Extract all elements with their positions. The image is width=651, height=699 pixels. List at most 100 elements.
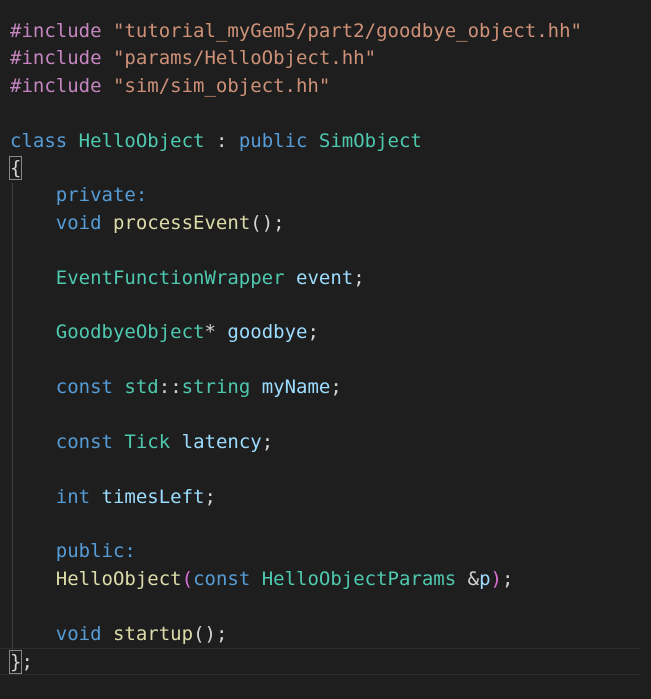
- code-token: int: [55, 485, 91, 508]
- code-line[interactable]: int timesLeft;: [10, 484, 641, 511]
- code-token: :: [204, 129, 239, 152]
- code-line[interactable]: const Tick latency;: [10, 429, 641, 456]
- code-line[interactable]: const std::string myName;: [10, 374, 641, 401]
- code-token: std: [124, 376, 159, 399]
- code-token: p: [479, 567, 491, 590]
- code-line[interactable]: [10, 237, 641, 264]
- code-token: void: [55, 211, 102, 234]
- code-token: GoodbyeObject: [55, 321, 205, 344]
- code-token: latency: [181, 430, 262, 453]
- code-token: "sim/sim_object.hh": [112, 74, 331, 97]
- code-line[interactable]: [10, 347, 641, 374]
- code-token: "tutorial_myGem5/part2/goodbye_object.hh…: [112, 20, 582, 42]
- code-token: &: [456, 567, 480, 590]
- code-token: ;: [353, 266, 365, 289]
- code-token: ): [490, 567, 502, 590]
- code-line[interactable]: public:: [10, 538, 641, 565]
- code-token: HelloObjectParams: [261, 567, 457, 590]
- code-line[interactable]: #include "tutorial_myGem5/part2/goodbye_…: [10, 18, 641, 45]
- code-token: goodbye: [227, 321, 308, 344]
- code-line[interactable]: HelloObject(const HelloObjectParams &p);: [10, 566, 641, 593]
- code-line[interactable]: void processEvent();: [10, 210, 641, 237]
- code-token: processEvent: [112, 211, 251, 234]
- code-line[interactable]: {: [8, 155, 641, 182]
- code-token: void: [55, 622, 102, 645]
- code-token: class: [10, 129, 68, 152]
- code-line[interactable]: #include "params/HelloObject.hh": [10, 45, 641, 72]
- code-token: const: [193, 567, 251, 590]
- code-token: SimObject: [318, 129, 422, 152]
- code-line[interactable]: [10, 456, 641, 483]
- code-token: #include: [10, 20, 102, 42]
- code-token: "params/HelloObject.hh": [112, 47, 377, 70]
- code-token: timesLeft: [101, 485, 205, 508]
- code-editor[interactable]: #include "tutorial_myGem5/part2/goodbye_…: [0, 0, 651, 699]
- code-token: *: [204, 321, 228, 344]
- code-token: ;: [501, 567, 514, 590]
- code-token: ;: [261, 430, 274, 453]
- code-token: const: [55, 430, 113, 453]
- code-token: HelloObject: [78, 129, 205, 152]
- code-line[interactable]: [10, 593, 641, 620]
- code-token: const: [55, 376, 113, 399]
- code-token: ;: [21, 650, 33, 673]
- code-line[interactable]: void startup();: [10, 621, 641, 648]
- code-lines[interactable]: #include "tutorial_myGem5/part2/goodbye_…: [0, 18, 641, 676]
- code-line[interactable]: #include "sim/sim_object.hh": [10, 73, 641, 100]
- code-token: event: [296, 266, 354, 289]
- code-token: ::: [158, 376, 182, 399]
- code-line[interactable]: [10, 511, 641, 538]
- code-token: }: [8, 649, 23, 674]
- code-token: private:: [55, 184, 148, 207]
- code-token: HelloObject: [55, 567, 182, 590]
- code-line[interactable]: };: [0, 647, 641, 676]
- code-token: {: [8, 155, 23, 180]
- code-token: ;: [204, 485, 216, 508]
- code-token: #include: [10, 47, 102, 70]
- code-token: startup: [112, 622, 194, 645]
- code-token: Tick: [124, 430, 171, 453]
- code-line[interactable]: [10, 401, 641, 428]
- code-line[interactable]: EventFunctionWrapper event;: [10, 265, 641, 292]
- code-line[interactable]: GoodbyeObject* goodbye;: [10, 319, 641, 346]
- code-line[interactable]: [10, 100, 641, 127]
- code-token: public: [238, 129, 308, 152]
- code-token: ();: [193, 622, 228, 645]
- code-token: ;: [307, 321, 319, 344]
- code-line[interactable]: class HelloObject : public SimObject: [10, 128, 641, 155]
- code-token: (: [181, 567, 194, 590]
- code-token: public:: [55, 540, 136, 563]
- code-token: myName: [261, 376, 331, 399]
- code-token: #include: [10, 74, 102, 97]
- code-token: ();: [250, 211, 285, 234]
- code-token: EventFunctionWrapper: [55, 266, 285, 289]
- code-token: ;: [330, 376, 342, 399]
- code-line[interactable]: [10, 292, 641, 319]
- code-token: string: [181, 376, 251, 399]
- code-line[interactable]: private:: [10, 182, 641, 209]
